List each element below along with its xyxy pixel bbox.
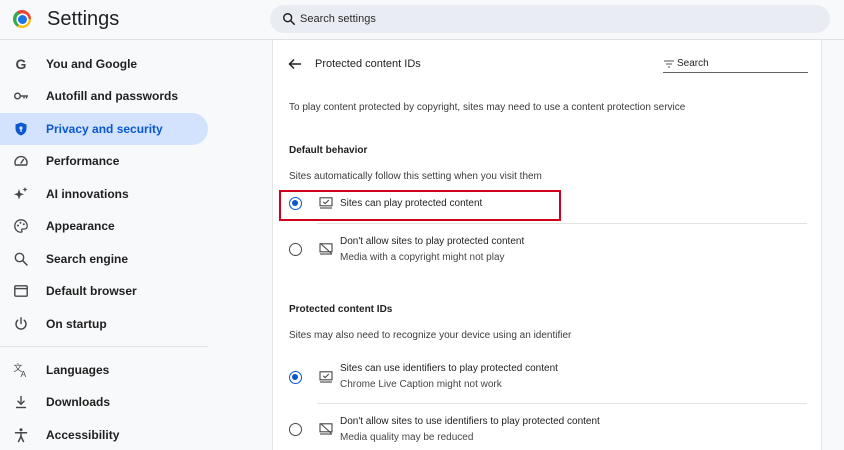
sidebar-item-languages[interactable]: 文 A Languages: [0, 354, 208, 386]
sidebar-item-autofill[interactable]: Autofill and passwords: [0, 80, 208, 112]
power-icon: [15, 317, 27, 330]
sidebar-divider: [0, 346, 208, 347]
option-label[interactable]: Sites can play protected content: [340, 198, 482, 209]
accessibility-icon: [14, 428, 28, 443]
sidebar-item-label: On startup: [46, 317, 107, 331]
download-icon: [16, 396, 26, 409]
radio-sites-can-play[interactable]: [289, 197, 302, 210]
sidebar-item-label: AI innovations: [46, 187, 129, 201]
sidebar-item-ai-innovations[interactable]: AI innovations: [0, 178, 208, 210]
page-title: Protected content IDs: [315, 58, 421, 70]
intro-text: To play content protected by copyright, …: [289, 102, 686, 113]
option-label[interactable]: Sites can use identifiers to play protec…: [340, 363, 558, 374]
monitor-check-icon: [319, 197, 333, 209]
sidebar-item-label: Search engine: [46, 252, 129, 266]
speedometer-icon: [14, 155, 28, 166]
svg-text:G: G: [16, 56, 27, 72]
monitor-blocked-icon: [319, 243, 333, 255]
sidebar-item-label: Accessibility: [46, 428, 120, 442]
option-sublabel: Chrome Live Caption might not work: [340, 379, 502, 390]
option-sublabel: Media with a copyright might not play: [340, 252, 505, 263]
sidebar-item-accessibility[interactable]: Accessibility: [0, 419, 208, 450]
sidebar-item-you-and-google[interactable]: G You and Google: [0, 48, 208, 80]
search-settings-input[interactable]: [300, 9, 800, 29]
sidebar-item-label: You and Google: [46, 57, 138, 71]
option-separator: [317, 403, 807, 404]
sidebar-item-appearance[interactable]: Appearance: [0, 210, 208, 242]
option-sublabel: Media quality may be reduced: [340, 432, 474, 443]
sidebar-item-downloads[interactable]: Downloads: [0, 386, 208, 418]
search-settings-box[interactable]: [270, 5, 830, 33]
search-icon: [283, 13, 296, 26]
sparkle-icon: [14, 187, 28, 200]
protected-ids-heading: Protected content IDs: [289, 304, 393, 315]
sidebar-item-label: Performance: [46, 154, 120, 168]
svg-text:A: A: [21, 369, 27, 378]
monitor-blocked-icon: [319, 423, 333, 435]
browser-window-icon: [14, 285, 28, 297]
sidebar-item-label: Appearance: [46, 219, 115, 233]
sidebar-item-search-engine[interactable]: Search engine: [0, 243, 208, 275]
subpage-search[interactable]: [663, 55, 808, 73]
option-separator: [317, 223, 807, 224]
key-icon: [14, 92, 28, 100]
google-g-icon: G: [16, 56, 27, 72]
radio-sites-can-use-identifiers[interactable]: [289, 371, 302, 384]
sidebar-item-label: Languages: [46, 363, 110, 377]
palette-icon: [14, 219, 28, 233]
app-title: Settings: [47, 8, 120, 30]
header: Settings: [0, 0, 844, 40]
back-arrow-icon[interactable]: [287, 56, 303, 72]
default-behavior-heading: Default behavior: [289, 145, 368, 156]
search-icon: [14, 252, 28, 266]
sidebar-item-label: Default browser: [46, 284, 137, 298]
sidebar-item-label: Privacy and security: [46, 122, 163, 136]
sidebar-item-default-browser[interactable]: Default browser: [0, 275, 208, 307]
radio-dont-allow-play[interactable]: [289, 243, 302, 256]
filter-icon: [664, 60, 674, 68]
chrome-logo-icon: [13, 10, 31, 28]
content-card: Protected content IDs To play content pr…: [272, 40, 822, 450]
default-behavior-description: Sites automatically follow this setting …: [289, 171, 542, 182]
sidebar-item-privacy-and-security[interactable]: Privacy and security: [0, 113, 208, 145]
monitor-check-icon: [319, 371, 333, 383]
sidebar-item-performance[interactable]: Performance: [0, 145, 208, 177]
sidebar: G You and Google Autofill and passwords …: [0, 42, 215, 450]
sidebar-item-on-startup[interactable]: On startup: [0, 308, 208, 340]
shield-icon: [15, 122, 27, 136]
option-label[interactable]: Don't allow sites to use identifiers to …: [340, 416, 600, 427]
translate-icon: 文 A: [14, 362, 27, 378]
option-label[interactable]: Don't allow sites to play protected cont…: [340, 236, 524, 247]
radio-dont-allow-identifiers[interactable]: [289, 423, 302, 436]
subpage-search-input[interactable]: [677, 56, 805, 70]
sidebar-item-label: Downloads: [46, 395, 111, 409]
sidebar-item-label: Autofill and passwords: [46, 89, 179, 103]
protected-ids-description: Sites may also need to recognize your de…: [289, 330, 572, 341]
